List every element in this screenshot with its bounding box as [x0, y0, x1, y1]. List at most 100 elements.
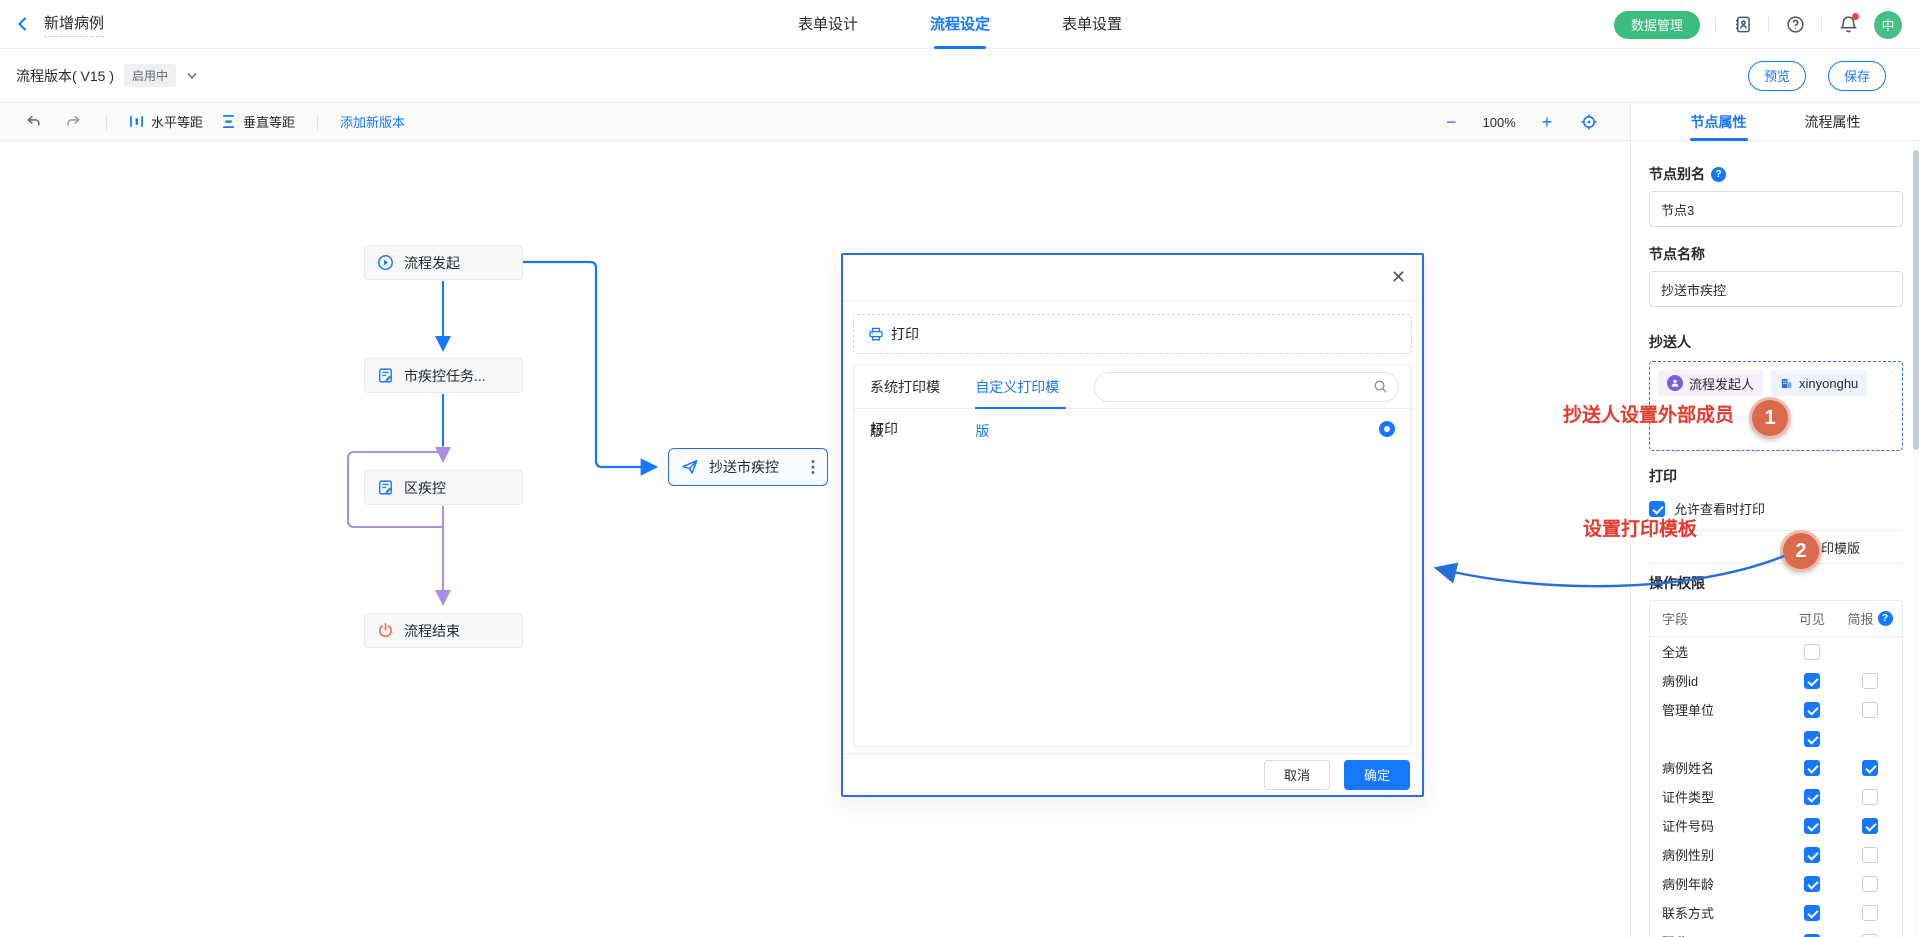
- search-input[interactable]: [1094, 372, 1399, 402]
- redo-icon[interactable]: [62, 111, 84, 133]
- node-district-cdc[interactable]: 区疾控: [364, 470, 523, 505]
- template-picker: 系统打印模版 自定义打印模版 打印: [853, 364, 1412, 747]
- field-label: 病例年龄: [1650, 874, 1786, 893]
- col-brief: 简报 ?: [1838, 609, 1902, 628]
- undo-icon[interactable]: [22, 111, 44, 133]
- node-name-input[interactable]: 抄送市疾控: [1649, 271, 1903, 307]
- field-label: 病例性别: [1650, 845, 1786, 864]
- vertical-align-button[interactable]: 垂直等距: [221, 112, 295, 131]
- field-label: 病例id: [1650, 671, 1786, 690]
- zoom-out-button[interactable]: −: [1446, 113, 1457, 131]
- node-print-template-button[interactable]: 节点打印模版: [1649, 530, 1903, 564]
- cancel-button[interactable]: 取消: [1264, 760, 1330, 790]
- visible-checkbox[interactable]: [1804, 818, 1820, 834]
- cc-recipients-label: 抄送人: [1649, 332, 1691, 352]
- node-flow-start[interactable]: 流程发起: [364, 245, 523, 280]
- vertical-equal-icon: [221, 114, 236, 129]
- table-row: 联系方式: [1650, 898, 1902, 927]
- brief-checkbox[interactable]: [1862, 876, 1878, 892]
- visible-checkbox[interactable]: [1804, 673, 1820, 689]
- brief-checkbox[interactable]: [1862, 905, 1878, 921]
- brief-checkbox[interactable]: [1862, 760, 1878, 776]
- tab-form-design[interactable]: 表单设计: [798, 0, 858, 49]
- node-menu-icon[interactable]: [811, 459, 815, 475]
- print-chip[interactable]: 打印: [853, 314, 1412, 354]
- scrollbar-thumb[interactable]: [1913, 150, 1919, 450]
- table-row: 管理单位: [1650, 695, 1902, 724]
- visible-checkbox[interactable]: [1804, 702, 1820, 718]
- zoom-in-button[interactable]: +: [1542, 113, 1553, 131]
- field-label: 联系方式: [1650, 903, 1786, 922]
- status-badge: 启用中: [124, 64, 176, 87]
- tab-custom-templates[interactable]: 自定义打印模版: [975, 365, 1065, 409]
- visible-checkbox[interactable]: [1804, 644, 1820, 660]
- brief-checkbox[interactable]: [1862, 673, 1878, 689]
- notification-bell-icon[interactable]: [1837, 14, 1859, 36]
- horizontal-align-button[interactable]: 水平等距: [129, 112, 203, 131]
- preview-button[interactable]: 预览: [1748, 61, 1806, 91]
- visible-checkbox[interactable]: [1804, 905, 1820, 921]
- tab-system-templates[interactable]: 系统打印模版: [870, 365, 947, 409]
- help-icon[interactable]: [1784, 14, 1806, 36]
- visible-checkbox[interactable]: [1804, 934, 1820, 937]
- radio-selected[interactable]: [1379, 421, 1395, 437]
- field-label: 管理单位: [1650, 700, 1786, 719]
- flow-canvas[interactable]: 流程发起 市疾控任务... 区疾控 流程结束 抄送市疾控 ✕ 打印: [0, 141, 1630, 937]
- table-row: 病例id: [1650, 666, 1902, 695]
- operation-permission-label: 操作权限: [1649, 573, 1705, 593]
- field-label: 全选: [1650, 642, 1786, 661]
- locate-target-icon[interactable]: [1578, 111, 1600, 133]
- print-chip-label: 打印: [891, 324, 919, 344]
- dialog-header: ✕: [843, 255, 1422, 301]
- table-row: 证件号码: [1650, 811, 1902, 840]
- help-icon[interactable]: ?: [1711, 167, 1726, 182]
- address-book-icon[interactable]: [1731, 14, 1753, 36]
- visible-checkbox[interactable]: [1804, 731, 1820, 747]
- notification-dot: [1852, 13, 1859, 20]
- node-cc-city-cdc[interactable]: 抄送市疾控: [668, 448, 828, 486]
- brief-checkbox[interactable]: [1862, 789, 1878, 805]
- cc-recipients-box[interactable]: 流程发起人 xinyonghu: [1649, 361, 1903, 451]
- zoom-level: 100%: [1483, 115, 1516, 130]
- tab-form-setting[interactable]: 表单设置: [1062, 0, 1122, 49]
- brief-checkbox[interactable]: [1862, 847, 1878, 863]
- confirm-button[interactable]: 确定: [1344, 760, 1410, 790]
- node-alias-label: 节点别名: [1649, 164, 1705, 184]
- tab-flow-properties[interactable]: 流程属性: [1805, 103, 1861, 141]
- brief-checkbox[interactable]: [1862, 702, 1878, 718]
- close-icon[interactable]: ✕: [1391, 268, 1406, 286]
- node-name-label: 节点名称: [1649, 244, 1705, 264]
- visible-checkbox[interactable]: [1804, 876, 1820, 892]
- back-icon[interactable]: [14, 15, 32, 33]
- canvas-toolbar: 水平等距 垂直等距 添加新版本 − 100% +: [0, 103, 1630, 141]
- version-selector[interactable]: 流程版本( V15 ) 启用中: [0, 64, 198, 87]
- add-version-button[interactable]: 添加新版本: [340, 112, 405, 131]
- printer-icon: [868, 326, 884, 342]
- chevron-down-icon[interactable]: [186, 70, 198, 82]
- visible-checkbox[interactable]: [1804, 789, 1820, 805]
- divider: [106, 114, 107, 130]
- node-city-cdc-task[interactable]: 市疾控任务...: [364, 358, 523, 393]
- save-button[interactable]: 保存: [1828, 61, 1886, 91]
- page-title[interactable]: 新增病例: [44, 12, 104, 37]
- cc-tag-org[interactable]: xinyonghu: [1771, 370, 1867, 396]
- brief-checkbox[interactable]: [1862, 818, 1878, 834]
- allow-print-checkbox[interactable]: [1649, 501, 1665, 517]
- divider: [1768, 17, 1769, 33]
- power-icon: [377, 622, 394, 639]
- cc-tag-role[interactable]: 流程发起人: [1658, 370, 1763, 396]
- permission-table: 字段 可见 简报 ? 全选病例id管理单位病例姓名证件类型证件号码病例性别病例年…: [1649, 600, 1903, 937]
- tab-flow-setting[interactable]: 流程设定: [930, 0, 990, 49]
- avatar[interactable]: 中: [1874, 11, 1902, 39]
- node-flow-end[interactable]: 流程结束: [364, 613, 523, 648]
- node-alias-input[interactable]: 节点3: [1649, 191, 1903, 227]
- template-list-item[interactable]: 打印: [854, 409, 1411, 449]
- col-field: 字段: [1650, 609, 1786, 628]
- data-manage-button[interactable]: 数据管理: [1614, 11, 1700, 39]
- visible-checkbox[interactable]: [1804, 760, 1820, 776]
- visible-checkbox[interactable]: [1804, 847, 1820, 863]
- tab-node-properties[interactable]: 节点属性: [1691, 103, 1747, 141]
- help-icon[interactable]: ?: [1878, 611, 1893, 626]
- brief-checkbox[interactable]: [1862, 934, 1878, 937]
- divider: [317, 114, 318, 130]
